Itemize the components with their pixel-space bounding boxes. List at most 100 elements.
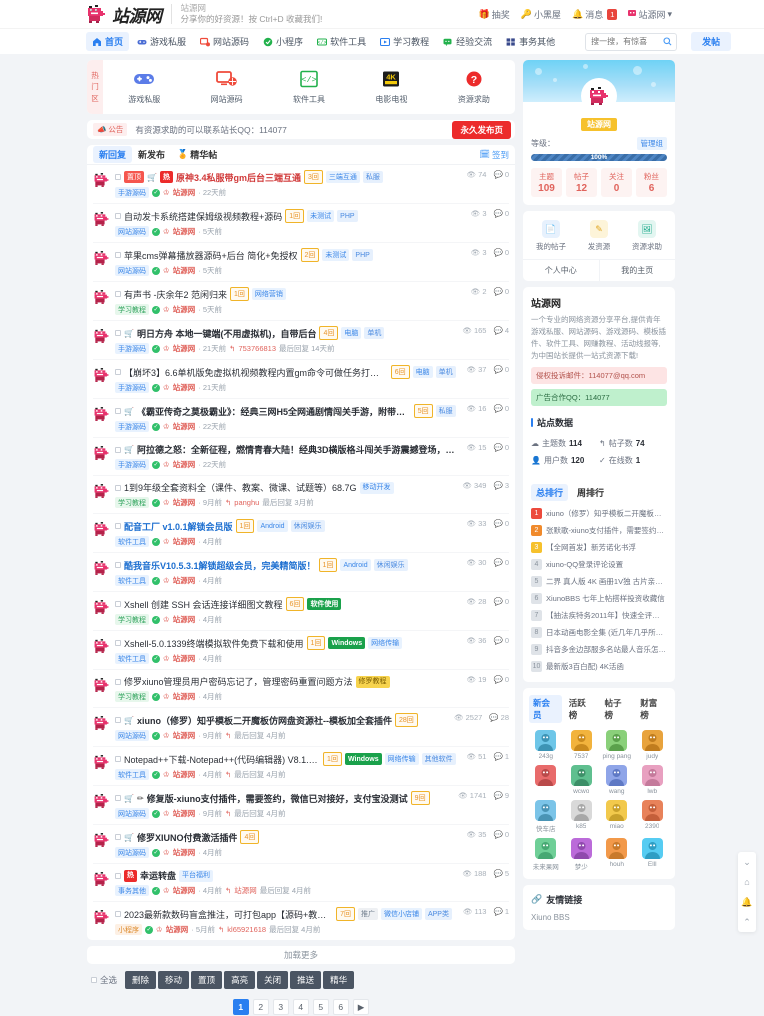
thread-tag[interactable]: 2回: [300, 248, 320, 262]
thread-title[interactable]: 幸运转盘: [140, 869, 176, 882]
thread-tag[interactable]: 修罗教程: [355, 675, 390, 688]
rank-title[interactable]: xiuno-QQ登录评论设置: [546, 559, 623, 570]
mod-button-delete[interactable]: 删除: [125, 971, 157, 989]
hot-item-game-private-server[interactable]: 游戏私服: [103, 70, 185, 105]
thread-author[interactable]: 站源网: [173, 343, 196, 354]
hot-item-website-source[interactable]: 网站源码: [185, 70, 267, 105]
thread-category[interactable]: 手游源码: [115, 459, 149, 470]
avatar[interactable]: [93, 754, 110, 771]
table-row[interactable]: 2023最新款数码盲盒推注，可打包app【源码+教程】 7回 推广 微信小店铺 APP类…: [93, 902, 509, 940]
thread-category[interactable]: 学习教程: [115, 304, 149, 315]
thread-checkbox[interactable]: [115, 640, 121, 646]
list-item[interactable]: 5 二界 真人版 4K 画册1V独 古片亲片展: [531, 573, 667, 590]
table-row[interactable]: 【崩坏3】6.6单机版免虚拟机视频教程内置gm命令可做任务打深渊 6回 电脑 单机 手游…: [93, 360, 509, 399]
thread-author[interactable]: 站源网: [173, 808, 196, 819]
tab-new-reply[interactable]: 新回复: [93, 146, 133, 163]
thread-author[interactable]: 站源网: [173, 847, 196, 858]
thread-title[interactable]: 明日方舟 本地一键端(不用虚拟机)，自带后台: [137, 327, 317, 340]
thread-tag[interactable]: 私服: [435, 405, 456, 417]
action-publish-resource[interactable]: ✎ 发资源: [575, 220, 623, 252]
table-row[interactable]: 🛒 明日方舟 本地一键端(不用虚拟机)，自带后台 4回 电脑 单机 手游源码 ✓ ♔ 站源网 · …: [93, 321, 509, 360]
thread-tag[interactable]: PHP: [337, 210, 358, 222]
thread-reply-author[interactable]: kl65921618: [227, 925, 266, 934]
thread-title[interactable]: 《霸亚传奇之莫极霸业》：经典三网H5全网通剧情闯关手游，附带安卓版本和Win服务…: [137, 405, 411, 418]
thread-tag[interactable]: 6回: [285, 597, 305, 611]
avatar[interactable]: [93, 250, 110, 267]
mod-button-move[interactable]: 移动: [158, 971, 190, 989]
thread-tag[interactable]: 未测试: [307, 210, 335, 222]
avatar[interactable]: [93, 715, 110, 732]
action-my-posts[interactable]: 📄 我的帖子: [527, 220, 575, 252]
list-item[interactable]: 7 【抽法疾特务2011年】快速全评文艺: [531, 607, 667, 624]
avatar[interactable]: [570, 838, 592, 859]
avatar[interactable]: [93, 289, 110, 306]
list-item[interactable]: 7537: [565, 730, 599, 760]
avatar[interactable]: [535, 838, 557, 859]
rank-title[interactable]: 张默歌-xiuno支付插件，需要签约，微: [546, 525, 667, 536]
mod-button-pin[interactable]: 置顶: [191, 971, 223, 989]
rank-title[interactable]: 【抽法疾特务2011年】快速全评文艺: [546, 610, 667, 621]
list-item[interactable]: 8 日本动画电影全集 (近几年几乎所有角: [531, 624, 667, 641]
thread-author[interactable]: 站源网: [173, 265, 196, 276]
thread-category[interactable]: 学习教程: [115, 691, 149, 702]
list-item[interactable]: 1 xiuno（修罗）知乎模板二开魔板仿网: [531, 505, 667, 522]
list-item[interactable]: ping pang: [600, 730, 634, 760]
avatar[interactable]: [641, 838, 663, 859]
nav-item-mini-program[interactable]: 小程序: [257, 32, 309, 51]
member-tab-posts[interactable]: 帖子榜: [601, 695, 634, 723]
thread-author[interactable]: 站源网: [173, 885, 196, 896]
table-row[interactable]: 置顶 🛒 热原神3.4私服带gm后台三端互通 3回 三端互通 私服 手游源码 ✓ ♔ 站源网 · 2…: [93, 165, 509, 204]
thread-tag[interactable]: 微信小店铺: [380, 908, 422, 920]
thread-checkbox[interactable]: [115, 252, 121, 258]
thread-checkbox[interactable]: [115, 756, 121, 762]
thread-title[interactable]: 2023最新款数码盲盒推注，可打包app【源码+教程】: [124, 908, 333, 921]
thread-checkbox[interactable]: [115, 717, 121, 723]
thread-category[interactable]: 手游源码: [115, 187, 149, 198]
nav-item-game-private-server[interactable]: 游戏私服: [131, 32, 192, 51]
thread-tag[interactable]: 9回: [410, 791, 430, 805]
thread-tag[interactable]: 电脑: [412, 366, 433, 378]
thread-checkbox[interactable]: [115, 523, 121, 529]
list-item[interactable]: k85: [565, 800, 599, 833]
thread-tag[interactable]: 1回: [323, 752, 342, 766]
thread-title[interactable]: Xshell 创建 SSH 会话连接详细图文教程: [124, 598, 283, 611]
thread-tag[interactable]: Windows: [328, 637, 366, 649]
list-item[interactable]: 243g: [529, 730, 563, 760]
avatar[interactable]: [570, 730, 592, 751]
thread-title[interactable]: 酷我音乐V10.5.3.1解锁超级会员，完美精简版！: [124, 559, 316, 572]
avatar[interactable]: [641, 765, 663, 786]
thread-checkbox[interactable]: [115, 330, 121, 336]
thread-author[interactable]: 站源网: [173, 421, 196, 432]
thread-tag[interactable]: Windows: [344, 753, 382, 765]
action-request-resource[interactable]: 🖼 资源求助: [623, 220, 671, 252]
topbar-item-messages[interactable]: 🔔 消息 1: [572, 8, 618, 21]
thread-category[interactable]: 学习教程: [115, 497, 149, 508]
thread-tag[interactable]: APP类: [424, 908, 452, 920]
thread-checkbox[interactable]: [115, 562, 121, 568]
thread-checkbox[interactable]: [115, 446, 121, 453]
thread-title[interactable]: 修罗xiuno管理员用户密码忘记了，管理密码重置问题方法: [124, 675, 353, 688]
thread-tag[interactable]: 1回: [235, 519, 255, 533]
list-item[interactable]: Elll: [636, 838, 670, 871]
thread-category[interactable]: 事务其他: [115, 885, 149, 896]
avatar[interactable]: [606, 800, 628, 821]
signin-button[interactable]: 🗓 签到: [479, 149, 509, 161]
mod-button-close[interactable]: 关闭: [257, 971, 289, 989]
thread-tag[interactable]: 1回: [306, 636, 326, 650]
thread-tag[interactable]: 4回: [319, 326, 339, 340]
avatar[interactable]: [93, 483, 110, 500]
page-button-4[interactable]: 4: [292, 999, 309, 1015]
thread-author[interactable]: 站源网: [173, 730, 196, 741]
list-item[interactable]: 未来果网: [529, 838, 563, 871]
thread-category[interactable]: 软件工具: [115, 575, 149, 586]
thread-category[interactable]: 网站源码: [115, 847, 149, 858]
thread-title[interactable]: 修复版-xiuno支付插件，需要签约，微信已对接好，支付宝没测试: [147, 792, 408, 805]
thread-category[interactable]: 手游源码: [115, 382, 149, 393]
page-button-1[interactable]: 1: [232, 999, 249, 1015]
thread-checkbox[interactable]: [115, 291, 121, 297]
thread-author[interactable]: 站源网: [173, 614, 196, 625]
table-row[interactable]: Xshell 创建 SSH 会话连接详细图文教程 6回 软件使用 学习教程 ✓ ♔ 站源网 ·…: [93, 592, 509, 631]
rank-title[interactable]: 日本动画电影全集 (近几年几乎所有角: [546, 627, 667, 638]
avatar[interactable]: [93, 211, 110, 228]
thread-tag[interactable]: 私服: [362, 171, 383, 183]
